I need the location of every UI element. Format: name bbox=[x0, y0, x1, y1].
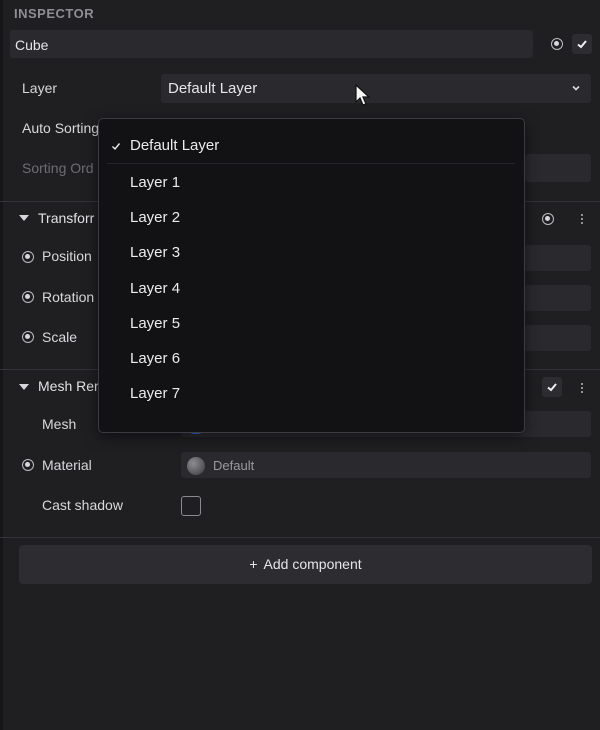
material-value: Default bbox=[213, 458, 255, 473]
inspector-title: INSPECTOR bbox=[14, 6, 95, 21]
check-icon bbox=[577, 40, 587, 49]
check-icon bbox=[112, 143, 121, 151]
dropdown-item-layer-2[interactable]: Layer 2 bbox=[99, 201, 524, 235]
position-label: Position bbox=[42, 248, 92, 264]
material-sphere-icon bbox=[187, 457, 205, 475]
dropdown-item-label: Layer 2 bbox=[130, 209, 181, 226]
sorting-order-field[interactable] bbox=[524, 154, 591, 182]
target-icon[interactable] bbox=[542, 213, 554, 225]
dropdown-item-layer-5[interactable]: Layer 5 bbox=[99, 307, 524, 341]
layer-dropdown-menu: Default Layer Layer 1 Layer 2 Layer 3 La… bbox=[98, 118, 525, 433]
layer-label: Layer bbox=[22, 80, 58, 96]
dropdown-item-label: Layer 6 bbox=[130, 350, 181, 367]
more-options-icon[interactable] bbox=[581, 383, 584, 395]
dropdown-item-label: Layer 1 bbox=[130, 174, 181, 191]
target-icon[interactable] bbox=[551, 38, 563, 50]
layer-select[interactable]: Default Layer bbox=[161, 74, 591, 103]
dropdown-item-label: Default Layer bbox=[130, 137, 220, 154]
rotation-field[interactable] bbox=[524, 285, 591, 311]
dropdown-item-layer-1[interactable]: Layer 1 bbox=[99, 166, 524, 200]
scale-target-icon[interactable] bbox=[22, 331, 34, 343]
dropdown-item-label: Layer 4 bbox=[130, 280, 181, 297]
cast-shadow-label: Cast shadow bbox=[42, 497, 123, 513]
collapse-triangle-icon[interactable] bbox=[19, 384, 29, 390]
rotation-target-icon[interactable] bbox=[22, 291, 34, 303]
dropdown-item-label: Layer 3 bbox=[130, 244, 181, 261]
dropdown-separator bbox=[107, 163, 515, 164]
cast-shadow-checkbox[interactable] bbox=[181, 496, 201, 516]
panel-edge bbox=[0, 0, 3, 730]
dropdown-item-layer-7[interactable]: Layer 7 bbox=[99, 377, 524, 411]
mesh-renderer-section-title[interactable]: Mesh Rer bbox=[38, 378, 99, 394]
layer-select-value: Default Layer bbox=[168, 80, 258, 97]
dropdown-item-label: Layer 7 bbox=[130, 385, 181, 402]
add-component-button[interactable]: + Add component bbox=[19, 545, 592, 584]
mesh-renderer-enabled-toggle[interactable] bbox=[542, 377, 562, 397]
position-target-icon[interactable] bbox=[22, 251, 34, 263]
rotation-label: Rotation bbox=[42, 289, 95, 305]
divider bbox=[0, 537, 600, 538]
add-component-label: Add component bbox=[263, 556, 362, 572]
transform-section-title[interactable]: Transforr bbox=[38, 210, 94, 226]
material-label: Material bbox=[42, 457, 92, 473]
dropdown-item-layer-6[interactable]: Layer 6 bbox=[99, 342, 524, 376]
dropdown-item-layer-4[interactable]: Layer 4 bbox=[99, 272, 524, 306]
material-target-icon[interactable] bbox=[22, 459, 34, 471]
object-name-field[interactable]: Cube bbox=[10, 30, 533, 58]
plus-icon: + bbox=[249, 556, 258, 572]
scale-field[interactable] bbox=[524, 325, 591, 351]
auto-sorting-label: Auto Sorting bbox=[22, 120, 100, 136]
dropdown-item-label: Layer 5 bbox=[130, 315, 181, 332]
dropdown-item-layer-3[interactable]: Layer 3 bbox=[99, 236, 524, 270]
mouse-cursor-icon bbox=[355, 84, 371, 106]
chevron-down-icon bbox=[572, 85, 580, 91]
mesh-label: Mesh bbox=[42, 416, 77, 432]
scale-label: Scale bbox=[42, 329, 78, 345]
check-icon bbox=[547, 383, 557, 392]
position-field[interactable] bbox=[524, 245, 591, 271]
more-options-icon[interactable] bbox=[581, 214, 584, 226]
sorting-order-label: Sorting Ord bbox=[22, 160, 94, 176]
active-toggle[interactable] bbox=[572, 34, 592, 54]
dropdown-item-default-layer[interactable]: Default Layer bbox=[99, 129, 524, 163]
collapse-triangle-icon[interactable] bbox=[19, 215, 29, 221]
